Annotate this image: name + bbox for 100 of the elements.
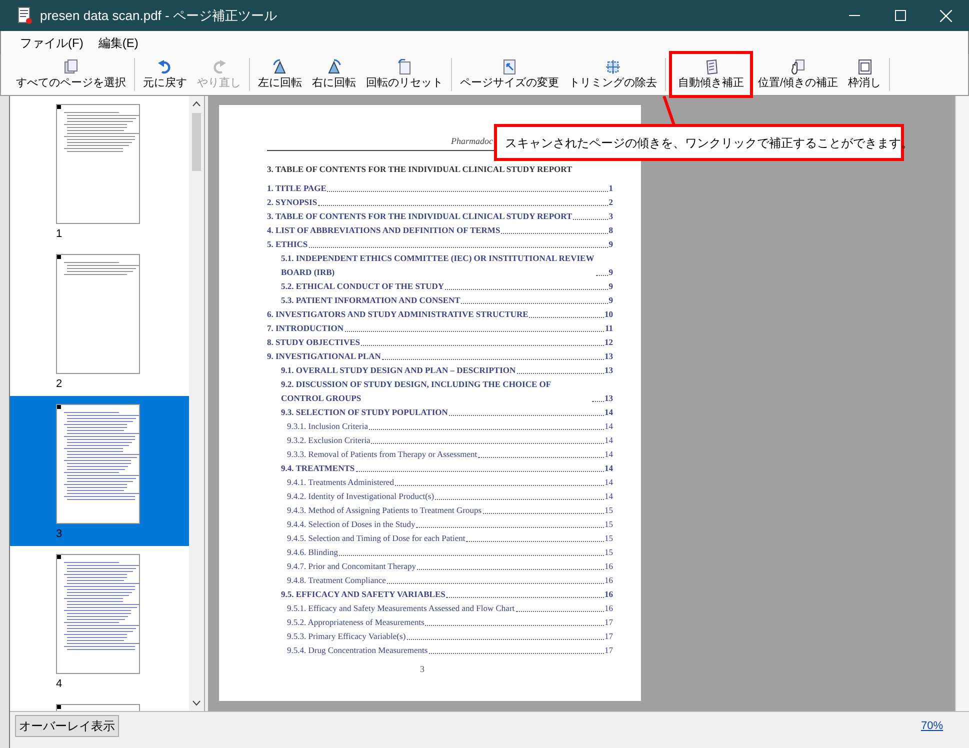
toc-entry: 7. INTRODUCTION: [267, 322, 344, 334]
toc-page-number: 15: [604, 546, 613, 558]
toc-page-number: 14: [604, 490, 613, 502]
toc-page-number: 9: [608, 280, 613, 292]
toc-page-number: 16: [604, 560, 613, 572]
close-icon: [940, 10, 952, 22]
toolbar-button[interactable]: トリミングの除去: [564, 54, 662, 95]
page-header: Pharmadoc: [451, 135, 493, 148]
toolbar-button[interactable]: 位置/傾きの補正: [753, 54, 844, 95]
toc-entry: 5.1. INDEPENDENT ETHICS COMMITTEE (IEC) OR INSTITUTIONAL REVIEW BOARD (IRB): [281, 252, 595, 278]
toc-entry: 9.4.4. Selection of Doses in the Study: [287, 518, 416, 530]
toc-page-number: 13: [604, 364, 613, 376]
toc-page-number: 13: [604, 392, 613, 404]
overlay-button[interactable]: オーバーレイ表示: [15, 715, 119, 737]
toolbar-button[interactable]: 左に回転: [253, 54, 307, 95]
scroll-up-icon[interactable]: [192, 101, 201, 107]
pdf-file-icon: [18, 7, 32, 24]
toolbar-button[interactable]: 右に回転: [307, 54, 361, 95]
menu-item[interactable]: ファイル(F): [13, 34, 90, 52]
toc-page-number: 3: [608, 210, 613, 222]
toc-entry: 9.5.3. Primary Efficacy Variable(s): [287, 630, 406, 642]
toc-page-number: 15: [604, 532, 613, 544]
page-label: 4: [56, 677, 62, 692]
dot-leader: [573, 218, 608, 220]
pages-icon: [63, 58, 79, 74]
maximize-icon: [894, 10, 906, 21]
toc-entry: 9.4.2. Identity of Investigational Product(s): [287, 490, 434, 502]
toolbar-button[interactable]: 元に戻す: [138, 54, 192, 95]
page-thumbnail-item[interactable]: 3: [10, 396, 189, 546]
toc-entry: 5.2. ETHICAL CONDUCT OF THE STUDY: [281, 280, 444, 292]
toc-page-number: 14: [604, 420, 613, 432]
toc-page-number: 17: [604, 644, 613, 656]
crop-icon: [605, 58, 621, 74]
toc-page-number: 15: [604, 504, 613, 516]
zoom-link[interactable]: 70%: [920, 718, 943, 734]
toolbar-button[interactable]: すべてのページを選択: [11, 54, 131, 95]
toc-entry: 9.3.2. Exclusion Criteria: [287, 434, 370, 446]
toc-entry: 9. INVESTIGATIONAL PLAN: [267, 350, 381, 362]
toc-page-number: 1: [608, 182, 613, 194]
dot-leader: [596, 274, 608, 276]
toc-entry: 9.4. TREATMENTS: [281, 462, 355, 474]
toc-entry: 9.5.2. Appropriateness of Measurements: [287, 616, 424, 628]
minimize-icon: [848, 15, 860, 16]
toolbar-button[interactable]: ページサイズの変更: [455, 54, 564, 95]
scrollbar-thumb[interactable]: [192, 113, 201, 171]
toc-page-number: 15: [604, 518, 613, 530]
toolbar-button[interactable]: 回転のリセット: [361, 54, 448, 95]
page-label: 1: [56, 227, 62, 242]
frame-icon: [856, 58, 873, 74]
toc-entry: 9.4.5. Selection and Timing of Dose for each Patient: [287, 532, 466, 544]
callout: スキャンされたページの傾きを、ワンクリックで補正することができます。: [494, 124, 904, 161]
rotate-right-icon: [326, 58, 342, 74]
toc-entry: 2. SYNOPSIS: [267, 196, 318, 208]
toc-page-number: 13: [604, 350, 613, 362]
page-number: 3: [420, 663, 424, 676]
page-label: 3: [56, 527, 62, 542]
toc-page-number: 16: [604, 602, 613, 614]
page-resize-icon: [502, 58, 518, 74]
toc-page-number: 14: [604, 476, 613, 488]
toc-entry: 9.4.8. Treatment Compliance: [287, 574, 386, 586]
toc-page-number: 9: [608, 238, 613, 250]
toc-page-number: 10: [604, 308, 613, 320]
scrollbar[interactable]: [189, 96, 204, 711]
toc-entry: 4. LIST OF ABBREVIATIONS AND DEFINITION OF TERMS: [267, 224, 500, 236]
toc-entry: 9.4.3. Method of Assigning Patients to Treatment Groups: [287, 504, 482, 516]
toc-entry: 9.5. EFFICACY AND SAFETY VARIABLES: [281, 588, 446, 600]
toc-page-number: 14: [604, 406, 613, 418]
toc-page-number: 17: [604, 616, 613, 628]
toc-entry: 8. STUDY OBJECTIVES: [267, 336, 360, 348]
redo-icon: [211, 58, 227, 74]
toc-entry: 5.3. PATIENT INFORMATION AND CONSENT: [281, 294, 460, 306]
toc-entry: 9.3. SELECTION OF STUDY POPULATION: [281, 406, 448, 418]
undo-icon: [157, 58, 173, 74]
toc-entry: 5. ETHICS: [267, 238, 308, 250]
toc-entry: 9.3.3. Removal of Patients from Therapy or Assessment: [287, 448, 478, 460]
toc-entry: 9.5.4. Drug Concentration Measurements: [287, 644, 428, 656]
toc-page-number: 16: [604, 588, 613, 600]
hand-icon: [790, 58, 806, 74]
toc-entry: 9.3.1. Inclusion Criteria: [287, 420, 368, 432]
toc-entry: 9.5.1. Efficacy and Safety Measurements Assessed and Flow Chart: [287, 602, 515, 614]
toc-entry: 9.4.1. Treatments Administered: [287, 476, 394, 488]
toc-page-number: 16: [604, 574, 613, 586]
toc-page-number: 9: [608, 266, 613, 278]
menu-item[interactable]: 編集(E): [91, 34, 146, 52]
scroll-down-icon[interactable]: [192, 700, 201, 706]
page-label: 2: [56, 377, 62, 392]
toolbar-button[interactable]: 自動傾き補正: [669, 51, 753, 98]
toc-page-number: 11: [604, 322, 613, 334]
toolbar-button[interactable]: 枠消し: [843, 54, 886, 95]
toc-page-number: 14: [604, 448, 613, 460]
toc-entry: 9.1. OVERALL STUDY DESIGN AND PLAN – DESCRIPTION: [281, 364, 516, 376]
toc-page-number: 9: [608, 294, 613, 306]
toc-entry: 9.4.7. Prior and Concomitant Therapy: [287, 560, 416, 572]
toc-entry: 1. TITLE PAGE: [267, 182, 326, 194]
toc-page-number: 17: [604, 630, 613, 642]
toc-entry: 3. TABLE OF CONTENTS FOR THE INDIVIDUAL CLINICAL STUDY REPORT: [267, 210, 572, 222]
toc-page-number: 2: [608, 196, 613, 208]
toc-page-number: 14: [604, 462, 613, 474]
toc-page-number: 14: [604, 434, 613, 446]
rotate-left-icon: [272, 58, 288, 74]
